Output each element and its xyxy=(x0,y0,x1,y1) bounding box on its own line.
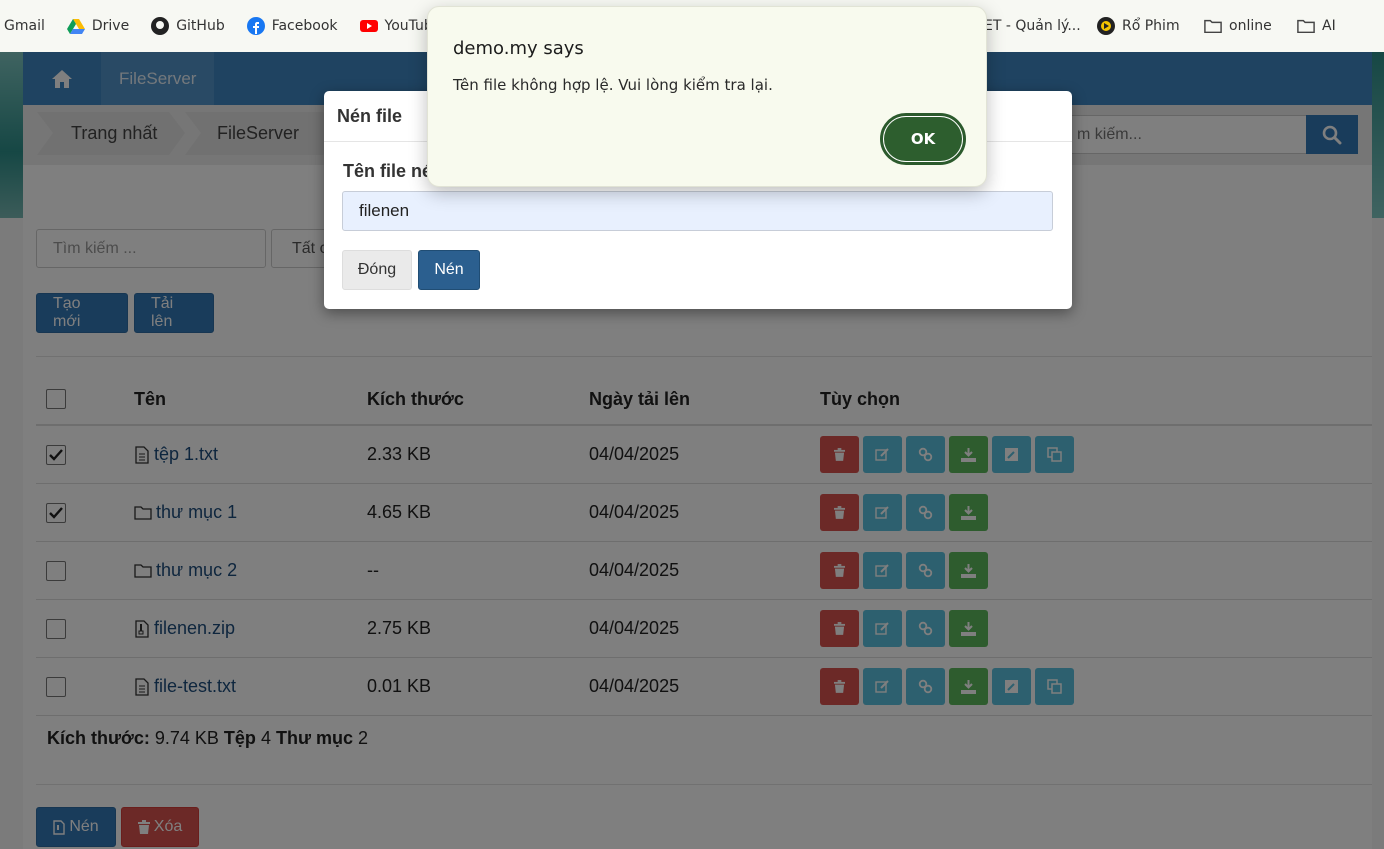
bookmark-facebook[interactable]: Facebook xyxy=(246,17,338,35)
bookmark-label: GitHub xyxy=(176,18,225,34)
bookmark-github[interactable]: GitHub xyxy=(151,17,225,35)
bookmark-label: ET - Quản lý... xyxy=(984,18,1081,34)
alert-ok-label: OK xyxy=(884,117,962,161)
bookmark-label: AI xyxy=(1322,18,1336,34)
alert-message: Tên file không hợp lệ. Vui lòng kiểm tra… xyxy=(453,76,773,94)
bookmark-label: Rổ Phim xyxy=(1122,18,1180,34)
folder-icon xyxy=(1204,19,1222,34)
close-label: Đóng xyxy=(357,261,397,278)
compress-submit-button[interactable]: Nén xyxy=(418,250,480,290)
compress-submit-label: Nén xyxy=(434,261,464,278)
bookmark-ro-phim[interactable]: Rổ Phim xyxy=(1097,17,1180,35)
filename-label: Tên file né xyxy=(343,161,433,181)
bookmark-youtube[interactable]: YouTub xyxy=(359,17,433,35)
drive-icon xyxy=(66,19,85,34)
bookmark-gmail[interactable]: Gmail xyxy=(4,18,45,34)
alert-ok-button[interactable]: OK xyxy=(880,113,966,165)
bookmark-et[interactable]: ET - Quản lý... xyxy=(984,18,1081,34)
bookmark-label: online xyxy=(1229,18,1272,34)
facebook-icon xyxy=(246,17,265,35)
film-icon xyxy=(1097,17,1115,35)
bookmark-ai[interactable]: AI xyxy=(1297,17,1336,35)
filename-value: filenen xyxy=(359,201,410,220)
github-icon xyxy=(151,17,170,35)
bookmark-label: Facebook xyxy=(271,18,338,34)
close-button[interactable]: Đóng xyxy=(342,250,412,290)
bookmark-online[interactable]: online xyxy=(1204,17,1272,35)
bookmark-label: Gmail xyxy=(4,18,45,34)
bookmark-label: Drive xyxy=(91,18,130,34)
bookmark-label: YouTub xyxy=(384,18,433,34)
modal-actions: Đóng Nén xyxy=(342,250,480,290)
youtube-icon xyxy=(359,20,378,32)
alert-dialog: demo.my says Tên file không hợp lệ. Vui … xyxy=(427,6,987,187)
alert-title: demo.my says xyxy=(453,38,584,59)
bookmark-drive[interactable]: Drive xyxy=(66,17,130,35)
filename-input[interactable]: filenen xyxy=(342,191,1053,231)
folder-icon xyxy=(1297,19,1315,34)
